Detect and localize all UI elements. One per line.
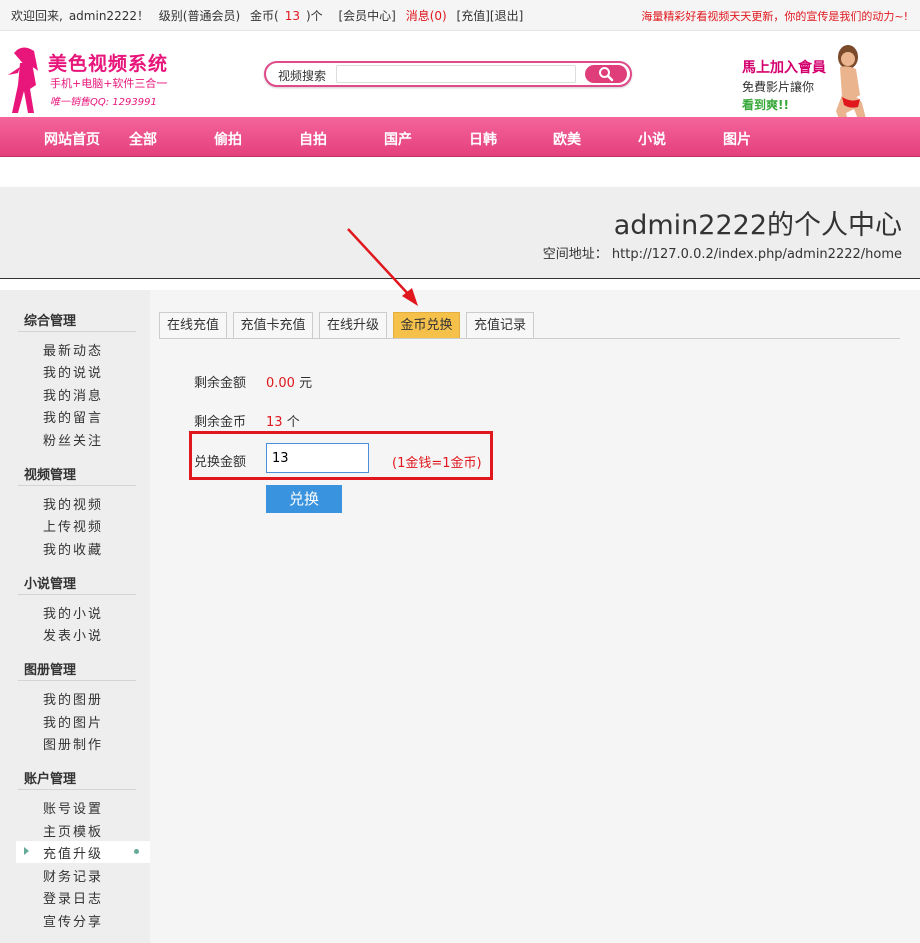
divider — [18, 789, 136, 790]
sidebar-item-create-album[interactable]: 图册制作 — [43, 734, 103, 753]
sidebar-item-latest-activity[interactable]: 最新动态 — [43, 340, 103, 359]
sidebar-group-overview: 综合管理 — [24, 314, 77, 329]
coins-value-row: 13 个 — [266, 411, 300, 430]
tab-recharge-records[interactable]: 充值记录 — [466, 312, 534, 339]
search-bar: 视频搜索 — [264, 61, 632, 87]
nav-item-novels[interactable]: 小说 — [638, 129, 666, 149]
recharge-link[interactable]: [充值] — [457, 9, 490, 23]
profile-address: 空间地址： http://127.0.0.2/index.php/admin22… — [543, 243, 902, 262]
member-level: 级别(普通会员) — [158, 9, 241, 23]
sidebar-item-finance-records[interactable]: 财务记录 — [43, 866, 103, 885]
logo-qq: 唯一销售QQ: 1293991 — [50, 97, 157, 108]
divider — [18, 331, 136, 332]
nav-item-domestic[interactable]: 国产 — [384, 129, 412, 149]
exchange-amount-label: 兑换金额 — [194, 455, 247, 470]
profile-banner: admin2222的个人中心 空间地址： http://127.0.0.2/in… — [0, 187, 920, 279]
address-label: 空间地址： — [542, 247, 608, 262]
coins-unit: 个 — [286, 415, 300, 430]
sidebar-item-my-pictures[interactable]: 我的图片 — [43, 712, 103, 731]
search-icon — [599, 67, 614, 82]
divider — [18, 594, 136, 595]
sidebar-item-upload-video[interactable]: 上传视频 — [43, 516, 103, 535]
balance-amount: 0.00 — [266, 376, 295, 391]
site-header: 美色视频系统 手机+电脑+软件三合一 唯一销售QQ: 1293991 视频搜索 … — [0, 31, 920, 149]
sidebar-group-albums: 图册管理 — [24, 663, 77, 678]
coin-count: 金币( 13 )个 — [250, 9, 329, 23]
top-bar: 欢迎回来, admin2222！ 级别(普通会员) 金币(13)个 [会员中心] … — [0, 0, 920, 31]
search-button[interactable] — [585, 65, 627, 83]
tab-online-upgrade[interactable]: 在线升级 — [319, 312, 387, 339]
sidebar-item-account-settings[interactable]: 账号设置 — [43, 798, 103, 817]
coins-suffix: )个 — [305, 9, 323, 23]
logo-girl-icon — [8, 47, 38, 113]
active-dot-icon — [134, 849, 139, 854]
logout-link[interactable]: [退出] — [490, 9, 523, 23]
nav-item-home[interactable]: 网站首页 — [44, 129, 100, 149]
sidebar-item-homepage-template[interactable]: 主页模板 — [43, 821, 103, 840]
main-nav: 网站首页 全部 偷拍 自拍 国产 日韩 欧美 小说 图片 — [0, 117, 920, 157]
exchange-amount-input[interactable] — [266, 443, 369, 473]
sidebar-group-novels: 小说管理 — [24, 577, 77, 592]
balance-unit: 元 — [299, 376, 313, 391]
sidebar-item-my-novels[interactable]: 我的小说 — [43, 603, 103, 622]
exchange-rate-hint: (1金钱=1金币) — [392, 456, 482, 471]
sidebar-item-my-comments[interactable]: 我的留言 — [43, 407, 103, 426]
divider — [18, 485, 136, 486]
coins-label: 剩余金币 — [194, 415, 247, 430]
sidebar-item-my-messages[interactable]: 我的消息 — [43, 385, 103, 404]
coins-prefix: 金币( — [250, 9, 279, 23]
site-logo[interactable]: 美色视频系统 手机+电脑+软件三合一 唯一销售QQ: 1293991 — [4, 43, 174, 115]
user-status: 欢迎回来, admin2222！ 级别(普通会员) 金币(13)个 [会员中心] … — [11, 7, 529, 24]
nav-item-candid[interactable]: 偷拍 — [214, 129, 242, 149]
nav-item-japan-korea[interactable]: 日韩 — [469, 129, 497, 149]
sidebar-item-publish-novel[interactable]: 发表小说 — [43, 625, 103, 644]
sidebar: 综合管理 最新动态 我的说说 我的消息 我的留言 粉丝关注 视频管理 我的视频 … — [0, 290, 150, 943]
coins-value: 13 — [284, 9, 300, 23]
nav-item-pictures[interactable]: 图片 — [723, 129, 751, 149]
sidebar-item-share[interactable]: 宣传分享 — [43, 911, 103, 930]
sidebar-item-login-log[interactable]: 登录日志 — [43, 888, 103, 907]
sidebar-item-my-videos[interactable]: 我的视频 — [43, 494, 103, 513]
nav-item-selfie[interactable]: 自拍 — [299, 129, 327, 149]
search-label: 视频搜索 — [278, 69, 327, 83]
balance-value: 0.00 元 — [266, 372, 312, 391]
sidebar-item-my-albums[interactable]: 我的图册 — [43, 689, 103, 708]
username: admin2222！ — [68, 9, 149, 23]
logo-subtitle: 手机+电脑+软件三合一 — [50, 77, 168, 90]
messages-link[interactable]: 消息(0) — [406, 9, 447, 23]
exchange-button[interactable]: 兑换 — [266, 485, 342, 513]
tab-online-recharge[interactable]: 在线充值 — [159, 312, 227, 339]
sidebar-item-followers[interactable]: 粉丝关注 — [43, 430, 103, 449]
sidebar-item-my-posts[interactable]: 我的说说 — [43, 362, 103, 381]
nav-item-all[interactable]: 全部 — [129, 129, 157, 149]
sidebar-item-recharge-upgrade[interactable]: 充值升级 — [43, 843, 103, 862]
sidebar-item-favorites[interactable]: 我的收藏 — [43, 539, 103, 558]
search-input[interactable] — [336, 65, 576, 83]
member-center-link[interactable]: [会员中心] — [338, 9, 395, 23]
sidebar-group-videos: 视频管理 — [24, 468, 77, 483]
coins-amount: 13 — [266, 415, 283, 430]
sidebar-group-account: 账户管理 — [24, 772, 77, 787]
address-url[interactable]: http://127.0.0.2/index.php/admin2222/hom… — [612, 247, 902, 262]
divider — [18, 680, 136, 681]
main-content: 在线充值 充值卡充值 在线升级 金币兑换 充值记录 剩余金额 0.00 元 剩余… — [150, 290, 920, 943]
tab-coin-exchange[interactable]: 金币兑换 — [393, 312, 460, 339]
caret-right-icon — [24, 847, 29, 855]
balance-label: 剩余金额 — [194, 376, 247, 391]
profile-title: admin2222的个人中心 — [613, 210, 902, 241]
site-slogan: 海量精彩好看视频天天更新，你的宣传是我们的动力~! — [641, 10, 908, 23]
nav-item-western[interactable]: 欧美 — [553, 129, 581, 149]
tabs-divider — [160, 338, 900, 339]
tab-card-recharge[interactable]: 充值卡充值 — [233, 312, 313, 339]
logo-title: 美色视频系统 — [48, 53, 169, 75]
annotation-arrow-icon — [347, 228, 418, 306]
welcome-text: 欢迎回来, — [11, 9, 63, 23]
